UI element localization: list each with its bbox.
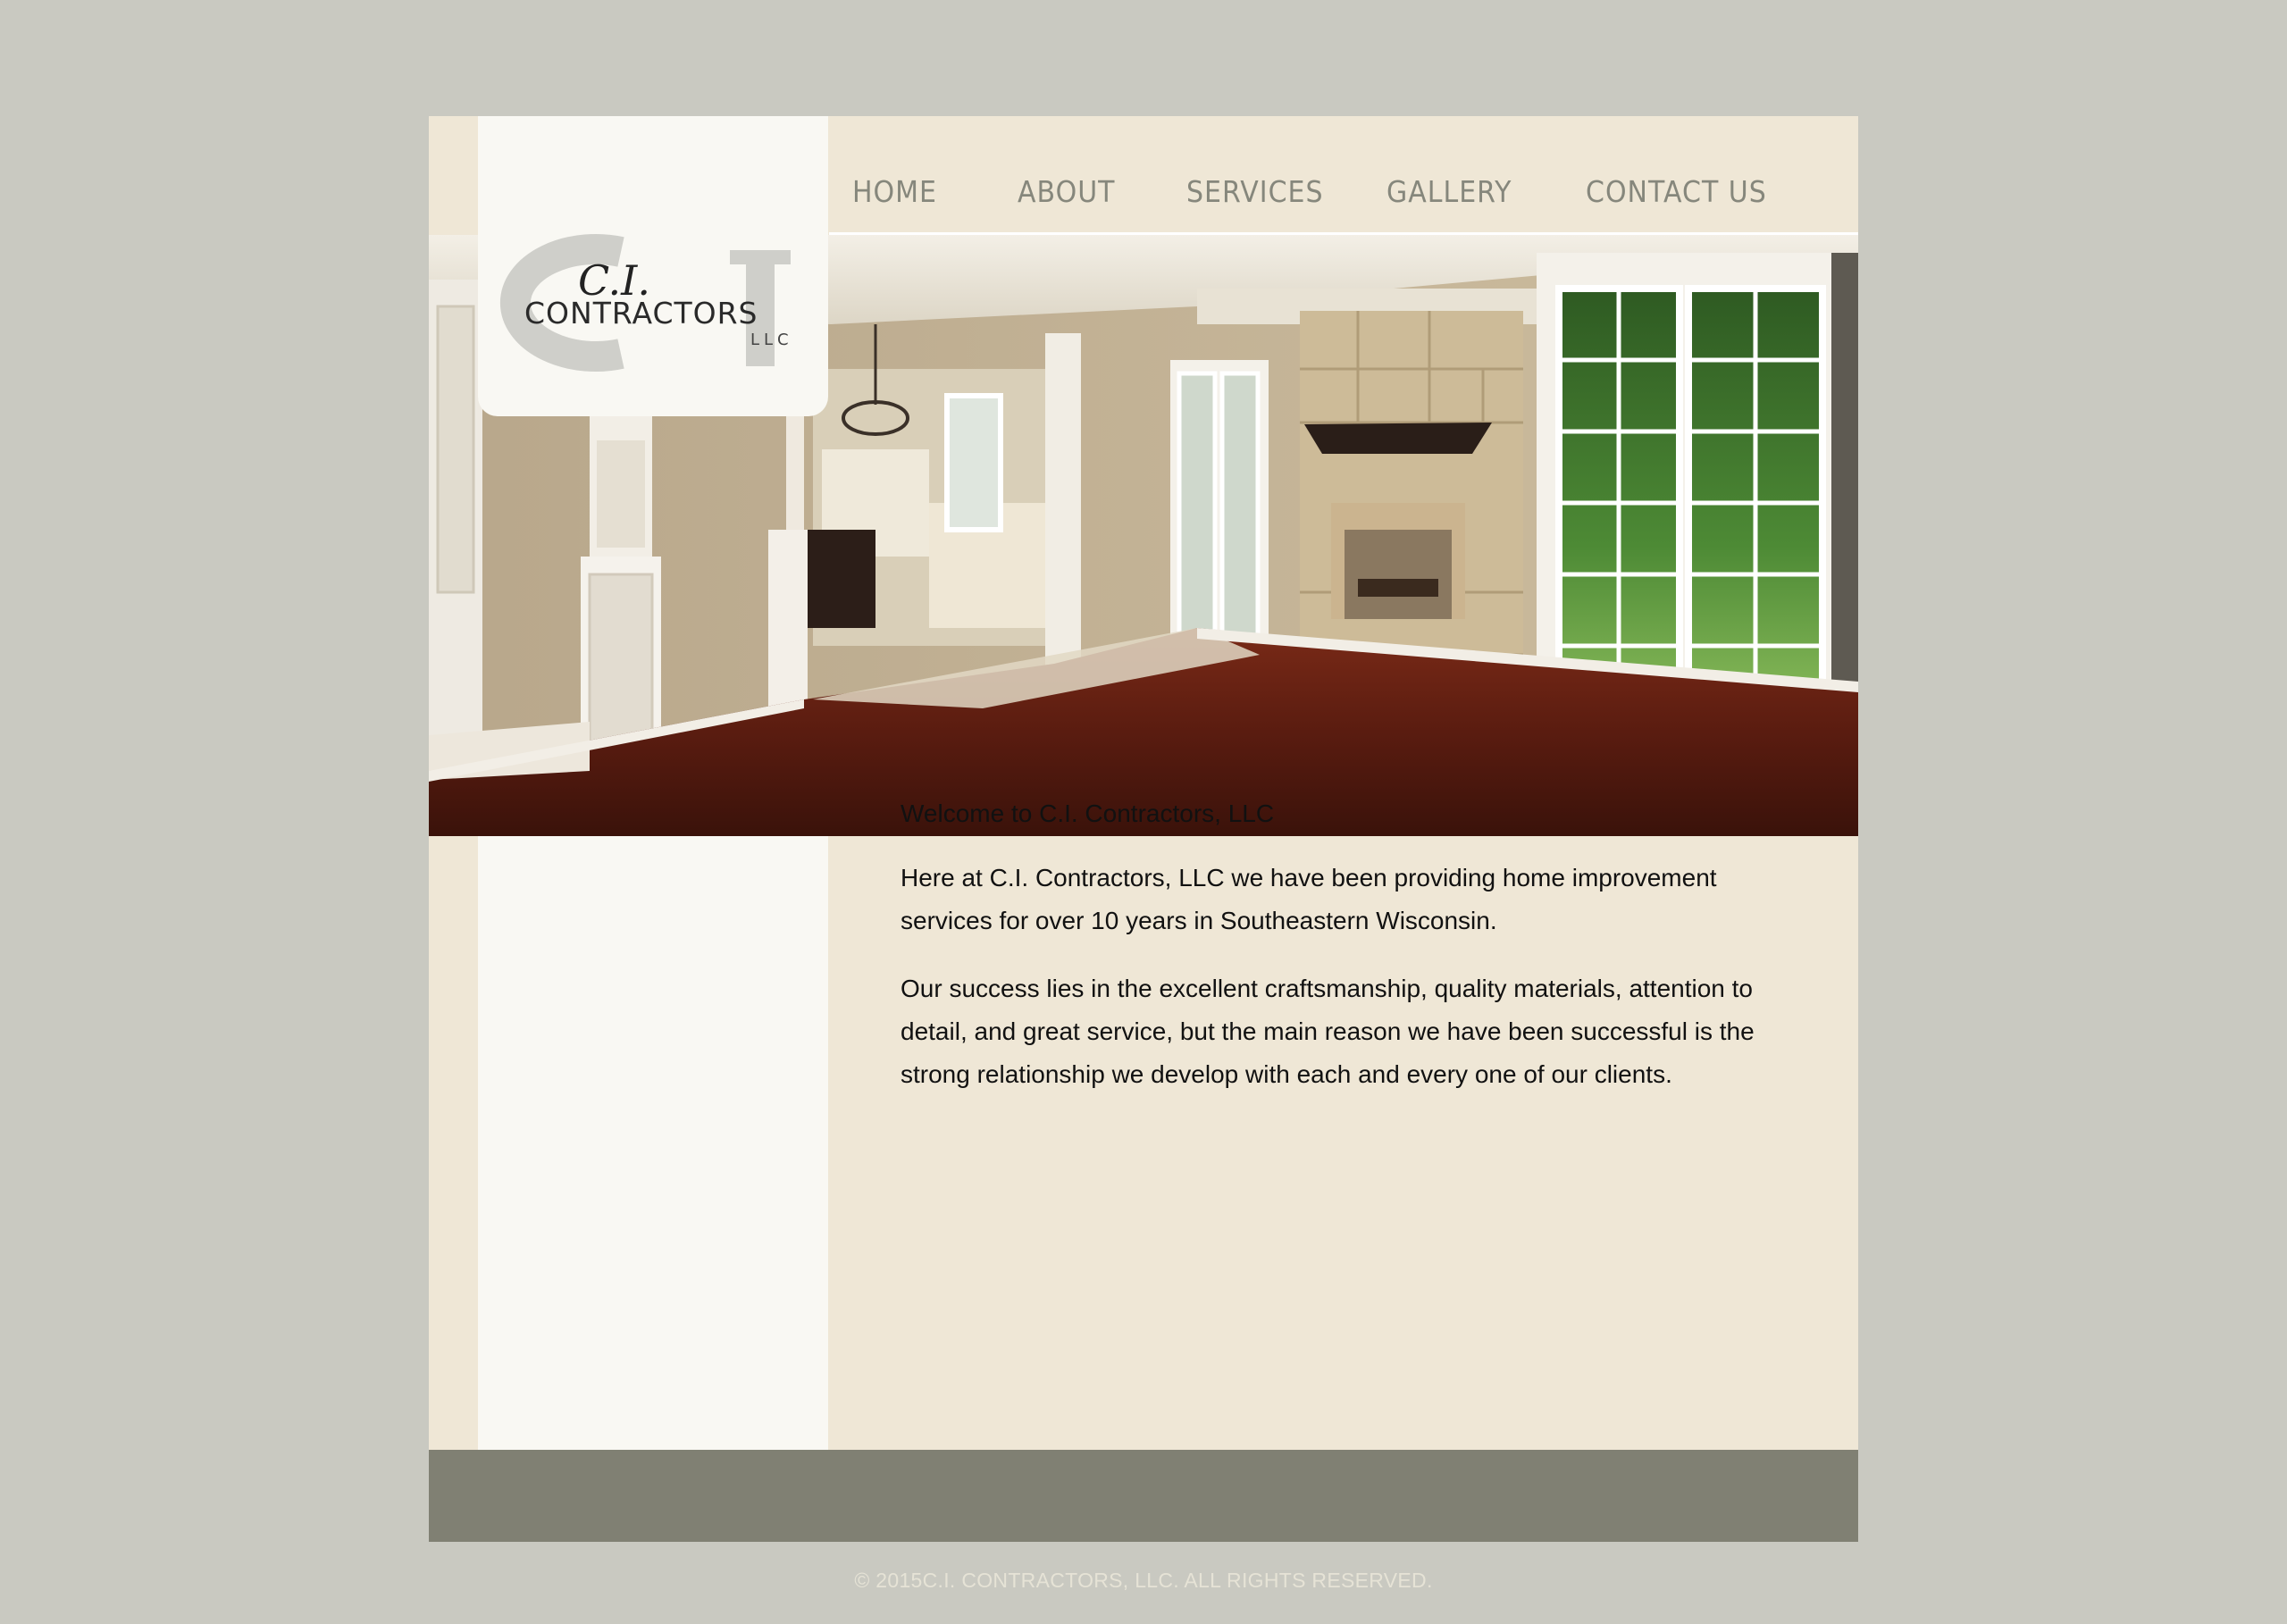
nav-about[interactable]: ABOUT bbox=[1018, 175, 1115, 210]
site-container: HOME ABOUT SERVICES GALLERY CONTACT US C… bbox=[429, 116, 1858, 1542]
company-logo: C.I. CONTRACTORS LLC bbox=[499, 234, 793, 372]
footer-bar bbox=[429, 1450, 1858, 1542]
main-content: Welcome to C.I. Contractors, LLC Here at… bbox=[901, 792, 1794, 1121]
copyright-notice: © 2015C.I. CONTRACTORS, LLC. ALL RIGHTS … bbox=[854, 1569, 1433, 1592]
nav-services[interactable]: SERVICES bbox=[1186, 175, 1324, 210]
welcome-heading: Welcome to C.I. Contractors, LLC bbox=[901, 799, 1275, 827]
nav-home[interactable]: HOME bbox=[852, 175, 937, 210]
logo-panel[interactable]: C.I. CONTRACTORS LLC bbox=[478, 116, 828, 416]
intro-paragraph: Here at C.I. Contractors, LLC we have be… bbox=[901, 864, 1717, 934]
main-navigation: HOME ABOUT SERVICES GALLERY CONTACT US bbox=[829, 116, 1858, 232]
nav-contact-us[interactable]: CONTACT US bbox=[1586, 175, 1767, 210]
nav-gallery[interactable]: GALLERY bbox=[1386, 175, 1512, 210]
logo-name: CONTRACTORS bbox=[524, 296, 758, 331]
success-paragraph: Our success lies in the excellent crafts… bbox=[901, 975, 1755, 1088]
logo-suffix: LLC bbox=[750, 331, 793, 349]
